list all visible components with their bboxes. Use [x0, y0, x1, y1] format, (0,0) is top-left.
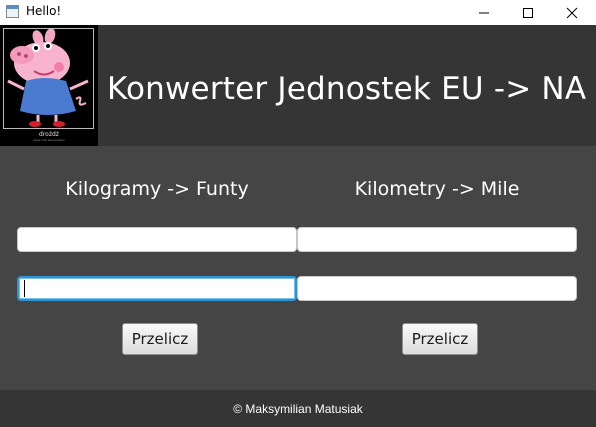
- window-titlebar: Hello!: [0, 0, 596, 25]
- maximize-icon: [523, 7, 533, 18]
- peppa-pig-image: [7, 28, 89, 127]
- maximize-button[interactable]: [506, 0, 550, 25]
- close-icon: [566, 7, 578, 18]
- minimize-button[interactable]: [462, 0, 506, 25]
- pounds-output-field[interactable]: [17, 276, 297, 301]
- page-title: Konwerter Jednostek EU -> NA: [107, 71, 587, 107]
- distance-converter-label: Kilometry -> Mile: [354, 178, 520, 200]
- copyright-text: © Maksymilian Matusiak: [233, 402, 363, 416]
- minimize-icon: [479, 12, 489, 13]
- convert-distance-button[interactable]: Przelicz: [402, 323, 478, 355]
- mass-converter-label: Kilogramy -> Funty: [65, 178, 249, 200]
- logo-image: drożdż super cool demotivation: [0, 25, 98, 146]
- close-button[interactable]: [550, 0, 594, 25]
- convert-mass-button[interactable]: Przelicz: [122, 323, 198, 355]
- kilograms-input[interactable]: [17, 227, 297, 252]
- logo-frame: [3, 28, 94, 129]
- logo-subcaption: super cool demotivation: [33, 138, 65, 142]
- window-title: Hello!: [26, 4, 62, 18]
- text-caret: [24, 280, 25, 297]
- kilometers-input[interactable]: [297, 227, 577, 252]
- converter-panel: Kilogramy -> Funty Kilometry -> Mile Prz…: [0, 146, 596, 390]
- app-footer: © Maksymilian Matusiak: [0, 390, 596, 427]
- miles-output-field[interactable]: [297, 276, 577, 301]
- java-app-icon: [6, 5, 19, 18]
- app-header: drożdż super cool demotivation Konwerter…: [0, 25, 596, 146]
- logo-caption: drożdż: [39, 131, 59, 138]
